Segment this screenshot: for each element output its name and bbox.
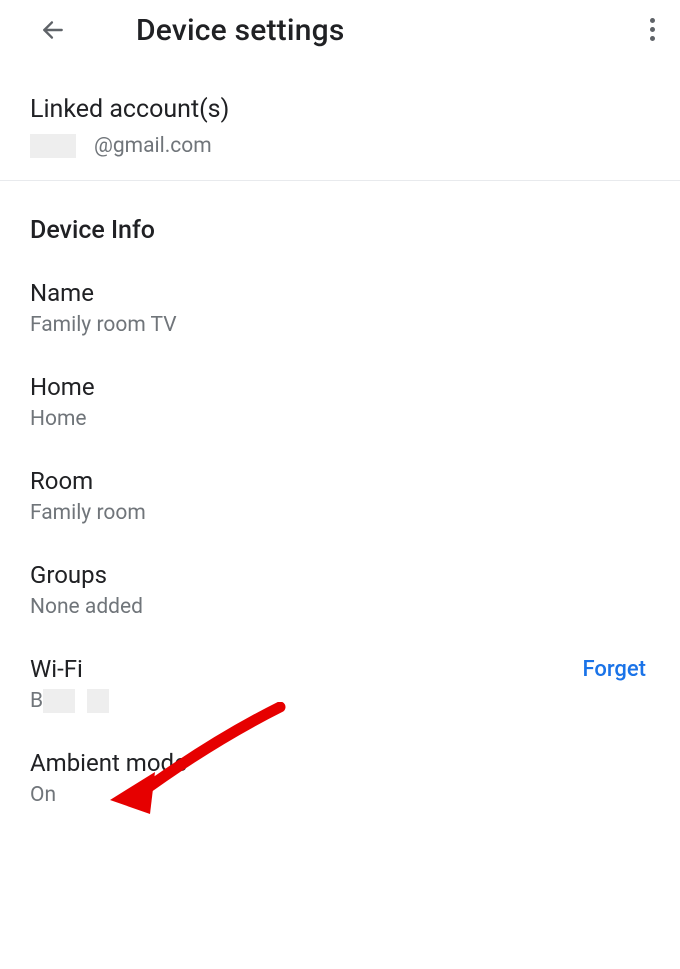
setting-name[interactable]: Name Family room TV: [0, 261, 680, 355]
home-value: Home: [30, 407, 650, 431]
setting-ambient-mode[interactable]: Ambient mode On: [0, 731, 680, 825]
name-label: Name: [30, 279, 650, 307]
setting-home[interactable]: Home Home: [0, 355, 680, 449]
wifi-value: B: [30, 689, 109, 713]
setting-wifi[interactable]: Wi-Fi B Forget: [0, 637, 680, 731]
more-vert-icon[interactable]: [650, 18, 655, 41]
groups-value: None added: [30, 595, 650, 619]
ambient-label: Ambient mode: [30, 749, 650, 777]
room-value: Family room: [30, 501, 650, 525]
app-header: Device settings: [0, 0, 680, 60]
back-arrow-icon[interactable]: [40, 17, 66, 43]
linked-accounts-title: Linked account(s): [30, 95, 650, 124]
groups-label: Groups: [30, 561, 650, 589]
device-info-header: Device Info: [0, 181, 680, 261]
home-label: Home: [30, 373, 650, 401]
wifi-label: Wi-Fi: [30, 655, 109, 683]
name-value: Family room TV: [30, 313, 650, 337]
ambient-value: On: [30, 783, 650, 807]
redacted-text: [87, 689, 109, 713]
linked-account-email: @gmail.com: [30, 134, 650, 158]
redacted-text: [30, 134, 76, 158]
wifi-value-prefix: B: [30, 689, 43, 713]
setting-groups[interactable]: Groups None added: [0, 543, 680, 637]
setting-room[interactable]: Room Family room: [0, 449, 680, 543]
room-label: Room: [30, 467, 650, 495]
redacted-text: [43, 689, 75, 713]
wifi-forget-button[interactable]: Forget: [582, 657, 646, 682]
page-title: Device settings: [136, 13, 344, 48]
email-suffix: @gmail.com: [94, 134, 212, 158]
linked-accounts-section[interactable]: Linked account(s) @gmail.com: [0, 60, 680, 180]
